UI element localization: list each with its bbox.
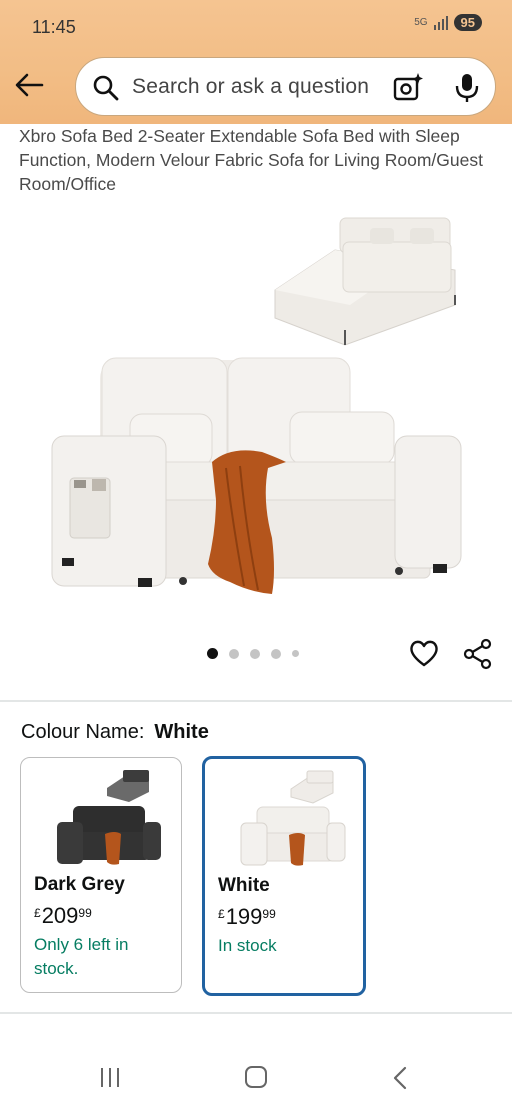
colour-option-price: £20999 [34, 903, 92, 928]
selected-colour-name: White [154, 721, 209, 743]
dark-grey-sofa-thumbnail [57, 770, 161, 865]
colour-name-heading: Colour Name: White [21, 721, 209, 744]
colour-name-label: Colour Name: [21, 721, 145, 743]
signal-icon [433, 15, 448, 30]
section-divider [0, 700, 512, 702]
stock-status: Only 6 left in stock. [34, 935, 129, 978]
colour-option-name: White [218, 875, 270, 896]
status-time: 11:45 [32, 17, 76, 37]
carousel-dot[interactable] [292, 650, 299, 657]
home-icon[interactable] [245, 1066, 267, 1088]
back-arrow-icon[interactable] [14, 70, 46, 100]
carousel-dot[interactable] [207, 648, 218, 659]
white-sofa-thumbnail [240, 770, 346, 866]
microphone-icon[interactable] [454, 72, 480, 109]
back-icon[interactable] [390, 1066, 410, 1095]
status-icons: 5G 95 [414, 14, 482, 31]
status-bar: 11:45 5G 95 [0, 0, 512, 56]
product-title: Xbro Sofa Bed 2-Seater Extendable Sofa B… [19, 126, 483, 194]
sofa-bed-inset-image [274, 217, 456, 346]
battery-indicator: 95 [453, 14, 482, 31]
app-header: 11:45 5G 95 Search or ask a question [0, 0, 512, 124]
search-icon [92, 74, 120, 107]
colour-option-price: £19999 [218, 904, 276, 929]
product-image-carousel[interactable] [0, 200, 512, 630]
stock-status: In stock [218, 936, 277, 955]
share-icon[interactable] [462, 638, 494, 675]
search-input[interactable]: Search or ask a question [132, 75, 369, 99]
network-indicator: 5G [414, 16, 428, 28]
colour-option-name: Dark Grey [34, 874, 125, 895]
carousel-dot[interactable] [271, 648, 281, 659]
carousel-dot[interactable] [229, 648, 239, 659]
colour-option-dark-grey[interactable]: Dark Grey £20999 Only 6 left in stock. [20, 757, 182, 993]
camera-lens-icon[interactable] [392, 71, 424, 108]
carousel-dot[interactable] [250, 648, 260, 659]
section-divider [0, 1012, 512, 1014]
white-sofa-main-image [51, 357, 462, 594]
heart-icon[interactable] [409, 638, 439, 673]
recent-apps-icon[interactable] [101, 1068, 119, 1087]
carousel-dots [207, 648, 299, 659]
search-bar[interactable]: Search or ask a question [75, 57, 496, 116]
colour-option-white[interactable]: White £19999 In stock [202, 756, 366, 996]
